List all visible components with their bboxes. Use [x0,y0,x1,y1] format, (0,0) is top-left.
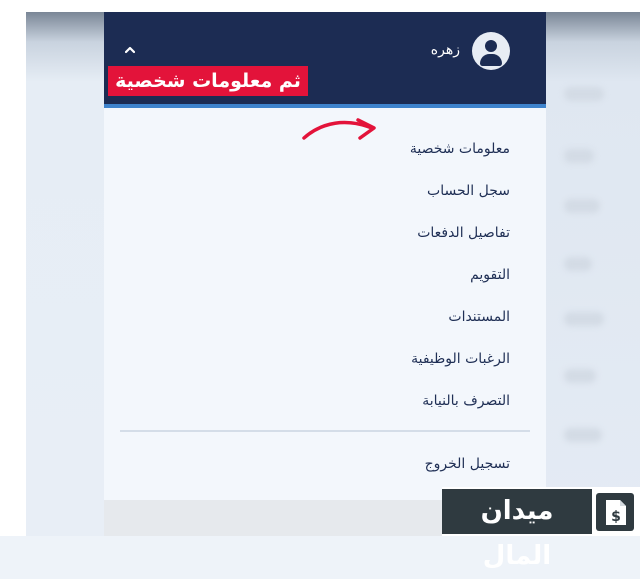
chevron-up-icon[interactable] [125,45,135,55]
background-right [546,12,640,536]
user-avatar-icon[interactable] [472,32,510,70]
ghost-row [564,428,602,442]
menu-item-act-on-behalf[interactable]: التصرف بالنيابة [104,390,510,412]
menu-item-calendar[interactable]: التقويم [104,264,510,286]
svg-text:$: $ [611,509,621,525]
menu-item-personal-info[interactable]: معلومات شخصية [104,138,510,160]
ghost-row [564,199,600,213]
user-name[interactable]: زهره [380,42,460,58]
menu-item-account-log[interactable]: سجل الحساب [104,180,510,202]
caption-annotation: ثم معلومات شخصية [108,66,308,96]
ghost-row [564,149,594,163]
watermark-logo: ميدان المال $ [442,487,640,571]
frame-top [0,0,640,12]
ghost-row [564,312,604,326]
left-edge [0,12,26,536]
logo-text: ميدان المال [442,489,592,571]
menu-item-payment-details[interactable]: تفاصيل الدفعات [104,222,510,244]
menu-item-job-preferences[interactable]: الرغبات الوظيفية [104,348,510,370]
menu-item-logout[interactable]: تسجيل الخروج [104,453,510,475]
menu-item-documents[interactable]: المستندات [104,306,510,328]
avatar-head [485,40,497,52]
document-dollar-icon: $ [596,493,634,531]
ghost-row [564,369,596,383]
background-left [26,12,104,536]
ghost-row [564,257,592,271]
ghost-row [564,87,604,101]
menu-divider [120,430,530,432]
avatar-body [480,54,502,66]
